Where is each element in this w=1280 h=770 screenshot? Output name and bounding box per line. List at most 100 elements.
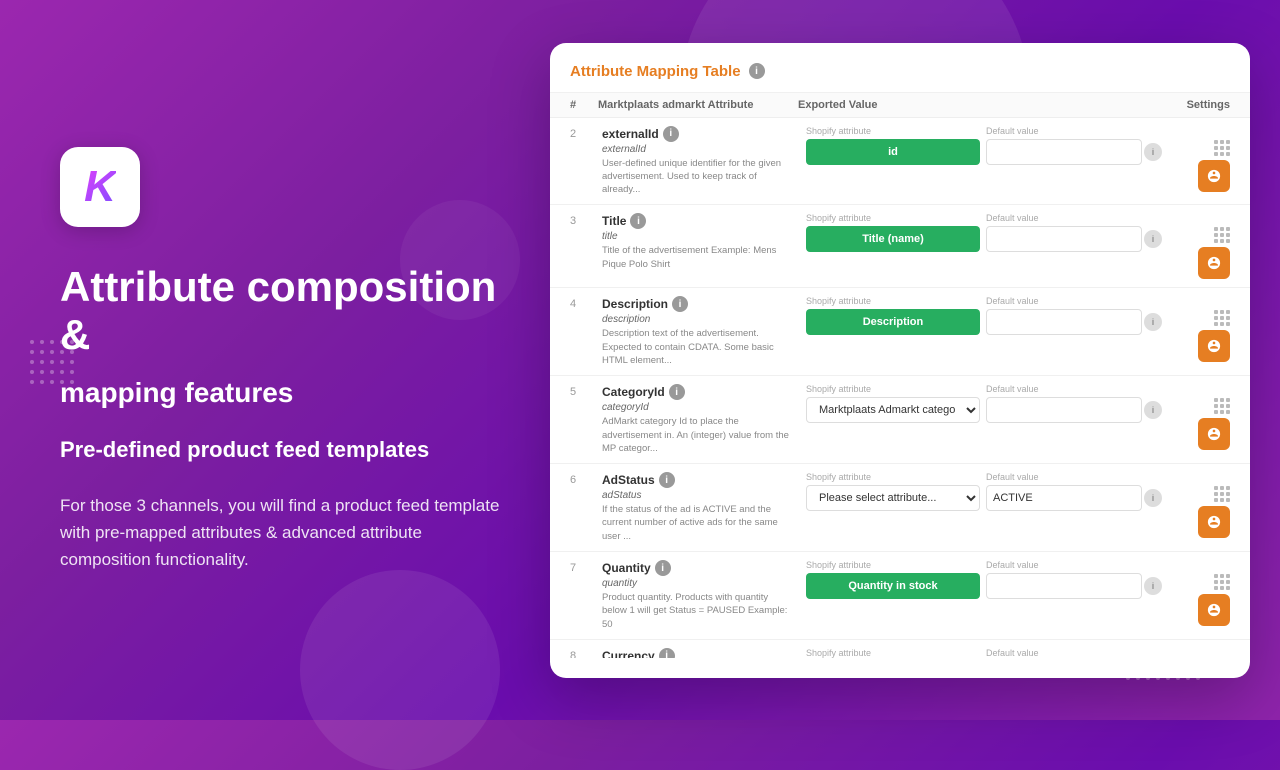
table-row: 7QuantityiquantityProduct quantity. Prod… xyxy=(550,552,1250,640)
settings-button[interactable] xyxy=(1198,330,1230,362)
shopify-label: Shopify attribute xyxy=(806,472,980,482)
default-value-input[interactable] xyxy=(986,139,1142,165)
default-field-group: Default value i xyxy=(986,472,1146,511)
default-value-input[interactable] xyxy=(986,573,1142,599)
attr-info-icon[interactable]: i xyxy=(659,648,675,658)
settings-block xyxy=(1150,384,1230,450)
attr-info-icon[interactable]: i xyxy=(669,384,685,400)
row-number: 2 xyxy=(570,126,598,140)
default-field-wrap: i xyxy=(986,139,1146,165)
grid-dots-icon xyxy=(1214,574,1230,590)
table-row: 3TitleititleTitle of the advertisement E… xyxy=(550,205,1250,288)
default-field-wrap: i xyxy=(986,397,1146,423)
settings-button[interactable] xyxy=(1198,160,1230,192)
exported-row: Shopify attribute Quantity in stock Defaul… xyxy=(806,560,1146,599)
default-value-input[interactable] xyxy=(986,309,1142,335)
attribute-name: Descriptioni xyxy=(602,296,794,312)
attribute-desc: Description text of the advertisement. E… xyxy=(602,327,794,367)
attribute-name: Quantityi xyxy=(602,560,794,576)
attribute-name: Titlei xyxy=(602,213,794,229)
default-label: Default value xyxy=(986,126,1146,136)
attribute-key: adStatus xyxy=(602,490,794,501)
attr-info-icon[interactable]: i xyxy=(663,126,679,142)
settings-block xyxy=(1150,126,1230,192)
table-header: # Marktplaats admarkt Attribute Exported… xyxy=(550,93,1250,118)
settings-block xyxy=(1150,648,1230,658)
shopify-label: Shopify attribute xyxy=(806,384,980,394)
shopify-label: Shopify attribute xyxy=(806,560,980,570)
shopify-label: Shopify attribute xyxy=(806,126,980,136)
grid-dots-icon xyxy=(1214,398,1230,414)
settings-block xyxy=(1150,213,1230,279)
attribute-desc: If the status of the ad is ACTIVE and th… xyxy=(602,503,794,543)
attribute-desc: AdMarkt category Id to place the adverti… xyxy=(602,415,794,455)
settings-button[interactable] xyxy=(1198,247,1230,279)
default-field-group: Default valuei xyxy=(986,213,1146,252)
exported-block: Shopify attribute id Default value i xyxy=(806,126,1146,165)
shopify-label: Shopify attribute xyxy=(806,213,980,223)
default-field-wrap: i xyxy=(986,485,1146,511)
attribute-key: categoryId xyxy=(602,402,794,413)
settings-block xyxy=(1150,560,1230,626)
exported-row: Shopify attribute Please select attribute… xyxy=(806,472,1146,511)
attr-info-icon[interactable]: i xyxy=(659,472,675,488)
left-panel: K Attribute composition & mapping featur… xyxy=(0,0,560,720)
default-field-wrap: i xyxy=(986,573,1146,599)
default-field-group: Default valuei xyxy=(986,296,1146,335)
attr-info-icon[interactable]: i xyxy=(630,213,646,229)
exported-block: Shopify attribute Marktplaats Admarkt cat… xyxy=(806,384,1146,423)
logo-wrap: K xyxy=(60,147,500,227)
shopify-field-group: Shopify attributeDescription xyxy=(806,296,980,335)
subheadline: mapping features xyxy=(60,376,500,410)
logo-letter: K xyxy=(84,165,116,209)
attribute-desc: User-defined unique identifier for the g… xyxy=(602,157,794,197)
default-field-group: Default valuei xyxy=(986,384,1146,423)
attribute-mapping-card: Attribute Mapping Table i # Marktplaats … xyxy=(550,43,1250,678)
default-value-input[interactable] xyxy=(986,226,1142,252)
row-number: 8 xyxy=(570,648,598,658)
grid-dots-icon xyxy=(1214,227,1230,243)
attribute-block: AdStatusi adStatus If the status of the ad… xyxy=(602,472,802,543)
exported-row: Shopify attribute id Default value i xyxy=(806,126,1146,165)
attribute-key: title xyxy=(602,231,794,242)
default-value-input[interactable] xyxy=(986,397,1142,423)
attribute-key: description xyxy=(602,314,794,325)
exported-block: Shopify attributeStore currencyDefault v… xyxy=(806,648,1146,658)
table-row: 4DescriptionidescriptionDescription text… xyxy=(550,288,1250,376)
exported-row: Shopify attributeDescriptionDefault valu… xyxy=(806,296,1146,335)
title-info-icon[interactable]: i xyxy=(749,63,765,79)
table-row: 5CategoryIdicategoryIdAdMarkt category I… xyxy=(550,376,1250,464)
attribute-name: AdStatusi xyxy=(602,472,794,488)
exported-block: Shopify attributeDescriptionDefault valu… xyxy=(806,296,1146,335)
attribute-name: externalIdi xyxy=(602,126,794,142)
shopify-attribute-select[interactable]: Marktplaats Admarkt category id xyxy=(806,397,980,423)
attr-info-icon[interactable]: i xyxy=(655,560,671,576)
attribute-block: Descriptioni description Description text … xyxy=(602,296,802,367)
settings-button[interactable] xyxy=(1198,418,1230,450)
logo-box: K xyxy=(60,147,140,227)
grid-dots-icon xyxy=(1214,486,1230,502)
exported-block: Shopify attribute Quantity in stock Defaul… xyxy=(806,560,1146,599)
default-label: Default value xyxy=(986,560,1146,570)
settings-button[interactable] xyxy=(1198,506,1230,538)
settings-button[interactable] xyxy=(1198,594,1230,626)
attribute-block: CurrencyicurrencyThe currency must be se… xyxy=(602,648,802,658)
shopify-value-green[interactable]: id xyxy=(806,139,980,165)
col-exported: Exported Value xyxy=(798,99,1150,111)
attr-info-icon[interactable]: i xyxy=(672,296,688,312)
shopify-attribute-select[interactable]: Please select attribute... xyxy=(806,485,980,511)
shopify-field-group: Shopify attribute Quantity in stock xyxy=(806,560,980,599)
exported-row: Shopify attributeStore currencyDefault v… xyxy=(806,648,1146,658)
default-value-input[interactable] xyxy=(986,485,1142,511)
attribute-name: Currencyi xyxy=(602,648,794,658)
default-label: Default value xyxy=(986,472,1146,482)
shopify-value-green[interactable]: Title (name) xyxy=(806,226,980,252)
headline: Attribute composition & xyxy=(60,263,500,360)
shopify-value-green[interactable]: Quantity in stock xyxy=(806,573,980,599)
shopify-field-group: Shopify attribute Marktplaats Admarkt cat… xyxy=(806,384,980,423)
table-row: 2externalIdiexternalIdUser-defined uniqu… xyxy=(550,118,1250,206)
shopify-value-green[interactable]: Description xyxy=(806,309,980,335)
settings-block xyxy=(1150,296,1230,362)
shopify-field-group: Shopify attribute Please select attribute… xyxy=(806,472,980,511)
row-number: 5 xyxy=(570,384,598,398)
